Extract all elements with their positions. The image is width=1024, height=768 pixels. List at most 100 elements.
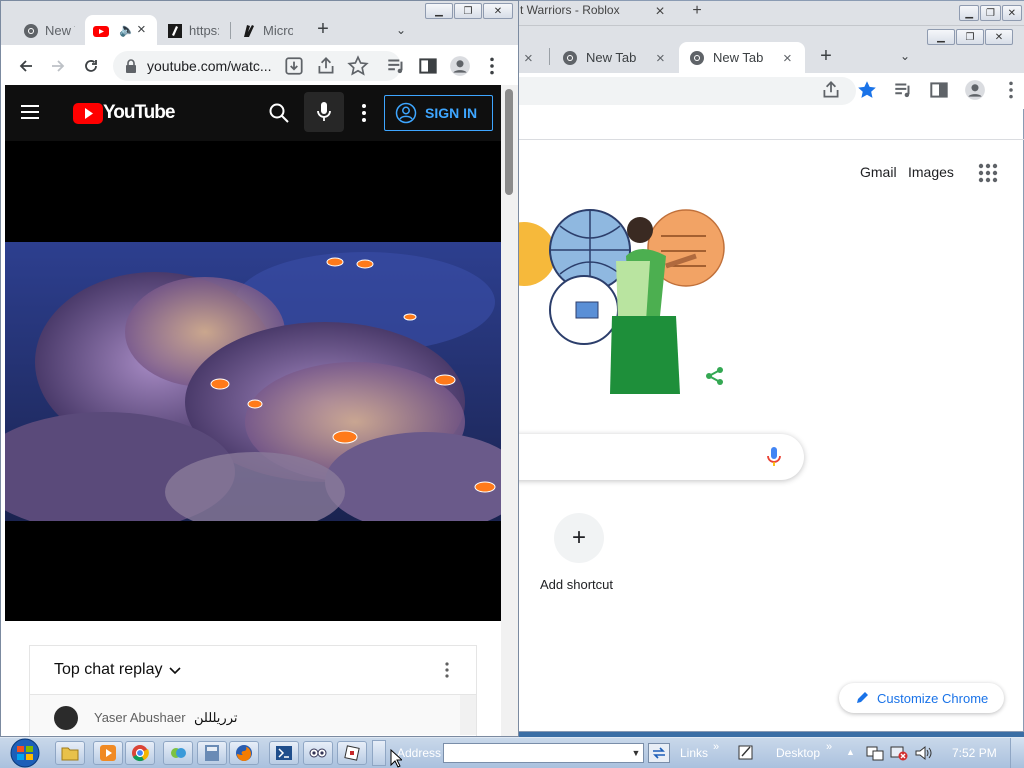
clock[interactable]: 7:52 PM <box>952 746 997 760</box>
customize-chrome-button[interactable]: Customize Chrome <box>839 683 1004 713</box>
minimize-button[interactable]: ▁ <box>927 29 955 45</box>
taskbar-calculator[interactable] <box>197 741 227 765</box>
taskbar-scroll-arrows[interactable] <box>372 740 386 766</box>
taskbar-chrome[interactable] <box>125 741 155 765</box>
voice-search-icon[interactable] <box>764 446 784 468</box>
side-panel-icon[interactable] <box>928 79 950 101</box>
taskbar-app-roblox[interactable] <box>337 741 367 765</box>
share-page-icon[interactable] <box>315 55 337 77</box>
tab-new-tab-2[interactable]: New Tab × <box>679 42 805 74</box>
go-arrow-icon[interactable] <box>648 743 670 763</box>
audio-playing-icon[interactable]: 🔈 <box>119 22 135 38</box>
close-button[interactable]: ✕ <box>985 29 1013 45</box>
dropdown-arrow-icon[interactable]: ▼ <box>629 748 643 758</box>
gmail-link[interactable]: Gmail <box>860 164 897 180</box>
share-page-icon[interactable] <box>820 79 842 101</box>
back-arrow-icon[interactable] <box>15 55 37 77</box>
taskbar-messenger[interactable] <box>163 741 193 765</box>
desktop-toolbar-label[interactable]: Desktop <box>776 746 820 760</box>
close-icon[interactable]: × <box>652 3 668 21</box>
restore-button[interactable]: ❐ <box>956 29 984 45</box>
show-hidden-icons-icon[interactable]: ▲ <box>846 747 855 757</box>
profile-icon[interactable] <box>449 55 471 77</box>
voice-search-button[interactable] <box>304 92 344 132</box>
tab-microsoft[interactable]: Micro <box>233 15 301 45</box>
reload-icon[interactable] <box>80 55 102 77</box>
action-center-icon[interactable] <box>866 745 884 761</box>
tab-close-icon[interactable]: × <box>524 50 540 67</box>
tab-close-icon[interactable]: × <box>783 50 799 67</box>
google-search-box[interactable] <box>506 434 804 480</box>
images-link[interactable]: Images <box>908 164 954 180</box>
video-frame-image[interactable] <box>5 242 501 521</box>
taskbar-app-eyes[interactable] <box>303 741 333 765</box>
tab-search-icon[interactable]: ⌄ <box>896 46 914 66</box>
youtube-logo-icon[interactable] <box>73 101 103 125</box>
more-options-icon[interactable] <box>439 661 455 679</box>
notepad-icon[interactable] <box>737 743 755 761</box>
google-doodle-image[interactable] <box>516 206 736 401</box>
network-icon[interactable] <box>890 745 908 761</box>
new-tab-icon[interactable]: + <box>816 45 836 67</box>
chat-replay-title[interactable]: Top chat replay <box>54 661 163 679</box>
tab-https[interactable]: https: <box>159 15 227 45</box>
side-panel-icon[interactable] <box>417 55 439 77</box>
desktop-chevron-icon[interactable]: » <box>826 741 832 753</box>
chat-scrollbar[interactable] <box>460 695 476 735</box>
youtube-logo-text[interactable]: YouTube <box>103 102 175 124</box>
scrollbar-thumb[interactable] <box>505 89 513 195</box>
menu-dots-icon[interactable] <box>1000 79 1022 101</box>
links-chevron-icon[interactable]: » <box>713 741 719 753</box>
add-shortcut-button[interactable]: + <box>554 513 604 563</box>
media-control-icon[interactable] <box>892 79 914 101</box>
taskbar-explorer[interactable] <box>55 741 85 765</box>
bookmark-star-icon[interactable] <box>856 79 878 101</box>
sign-in-button[interactable]: SIGN IN <box>384 95 493 131</box>
back-omnibox[interactable] <box>516 77 856 105</box>
powershell-icon <box>276 746 292 760</box>
share-icon[interactable] <box>704 365 726 387</box>
taskbar-firefox[interactable] <box>229 741 259 765</box>
more-options-icon[interactable] <box>355 101 373 125</box>
close-button[interactable]: ✕ <box>483 3 513 19</box>
links-toolbar-label[interactable]: Links <box>680 746 708 760</box>
bookmark-star-icon[interactable] <box>347 55 369 77</box>
tab-partial[interactable]: × <box>516 42 546 74</box>
new-tab-icon[interactable]: + <box>688 1 706 21</box>
profile-icon[interactable] <box>964 79 986 101</box>
url-text[interactable]: youtube.com/watc... <box>147 58 272 74</box>
avatar[interactable] <box>54 706 78 730</box>
new-tab-icon[interactable]: + <box>313 18 333 40</box>
forward-arrow-icon[interactable] <box>47 55 69 77</box>
roblox-icon <box>344 745 360 761</box>
lock-icon[interactable] <box>125 59 137 73</box>
taskbar-media-player[interactable] <box>93 741 123 765</box>
tab-new-tab-1[interactable]: New Tab × <box>552 42 678 74</box>
restore-button[interactable]: ❐ <box>454 3 482 19</box>
close-button[interactable]: ✕ <box>1001 5 1022 21</box>
google-apps-icon[interactable] <box>976 161 1000 185</box>
address-toolbar-input[interactable]: ▼ <box>443 743 644 763</box>
start-button-icon[interactable] <box>6 738 44 768</box>
media-control-icon[interactable] <box>385 55 407 77</box>
tab-close-icon[interactable]: × <box>656 50 672 67</box>
volume-icon[interactable] <box>914 745 932 761</box>
chat-author[interactable]: Yaser Abushaer <box>94 710 186 725</box>
restore-button[interactable]: ❐ <box>980 5 1001 21</box>
search-icon[interactable] <box>267 101 291 125</box>
minimize-button[interactable]: ▁ <box>959 5 980 21</box>
chrome-icon <box>690 51 704 65</box>
minimize-button[interactable]: ▁ <box>425 3 453 19</box>
back-window-tab-title[interactable]: t Warriors - Roblox <box>520 3 630 17</box>
hamburger-menu-icon[interactable] <box>19 101 41 123</box>
install-app-icon[interactable] <box>283 55 305 77</box>
chevron-down-icon[interactable] <box>167 662 183 678</box>
tab-search-icon[interactable]: ⌄ <box>393 21 409 39</box>
tab-new-tab[interactable]: New T <box>15 15 83 45</box>
tab-close-icon[interactable]: × <box>137 21 146 38</box>
taskbar-powershell[interactable] <box>269 741 299 765</box>
menu-dots-icon[interactable] <box>481 55 503 77</box>
show-desktop-button[interactable] <box>1010 738 1024 768</box>
tab-youtube[interactable]: 🔈 × <box>85 15 157 45</box>
add-shortcut-label[interactable]: Add shortcut <box>540 577 613 592</box>
